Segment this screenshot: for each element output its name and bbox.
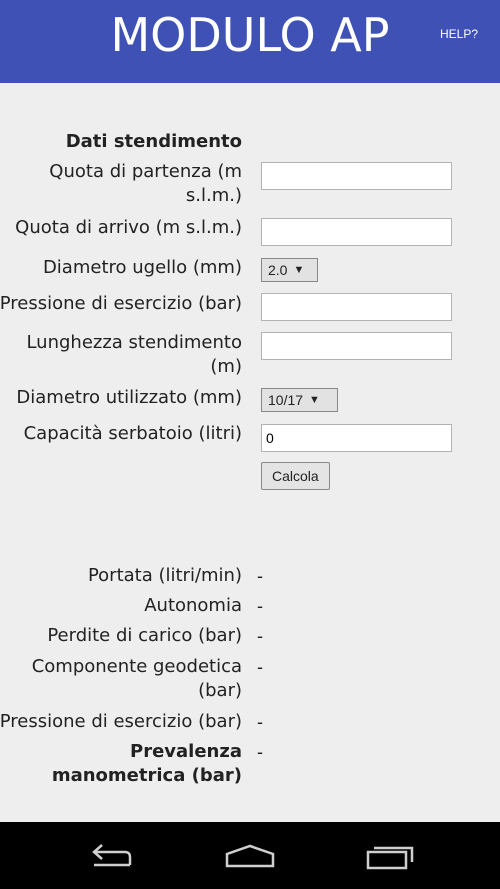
home-icon[interactable] (224, 842, 275, 872)
diametro-utilizzato-value: 10/17 (268, 392, 304, 408)
pressione-result-label: Pressione di esercizio (bar) (0, 711, 242, 732)
capacita-input[interactable] (261, 424, 452, 452)
prevalenza-label: Prevalenza manometrica (bar) (51, 741, 242, 786)
lunghezza-label: Lunghezza stendimento (m) (26, 332, 242, 377)
diametro-utilizzato-select[interactable]: 10/17 ▼ (261, 388, 338, 412)
componente-label: Componente geodetica (bar) (31, 656, 242, 701)
prevalenza-value: - (257, 742, 263, 762)
diametro-ugello-select[interactable]: 2.0 ▼ (261, 258, 318, 282)
componente-value: - (257, 657, 263, 677)
help-link[interactable]: HELP? (440, 27, 478, 41)
pressione-result-value: - (257, 712, 263, 732)
system-nav-bar (0, 822, 500, 889)
calcola-button[interactable]: Calcola (261, 462, 330, 490)
perdite-value: - (257, 626, 263, 646)
lunghezza-input[interactable] (261, 332, 452, 360)
back-icon[interactable] (86, 842, 136, 872)
portata-value: - (257, 566, 263, 586)
autonomia-label: Autonomia (144, 595, 242, 616)
recents-icon[interactable] (366, 842, 416, 872)
dropdown-arrow-icon: ▼ (293, 264, 305, 276)
quota-arrivo-input[interactable] (261, 218, 452, 246)
diametro-utilizzato-label: Diametro utilizzato (mm) (16, 387, 242, 408)
dropdown-arrow-icon: ▼ (309, 394, 320, 406)
quota-partenza-input[interactable] (261, 162, 452, 190)
pressione-label: Pressione di esercizio (bar) (0, 293, 242, 314)
section-title: Dati stendimento (65, 131, 242, 152)
diametro-ugello-value: 2.0 (268, 262, 288, 278)
pressione-input[interactable] (261, 293, 452, 321)
quota-partenza-label: Quota di partenza (m s.l.m.) (49, 161, 242, 206)
autonomia-value: - (257, 596, 263, 616)
main-content: Dati stendimento Quota di partenza (m s.… (0, 83, 500, 822)
app-title: MODULO AP (110, 8, 390, 62)
quota-arrivo-label: Quota di arrivo (m s.l.m.) (15, 217, 242, 238)
diametro-ugello-label: Diametro ugello (mm) (42, 257, 242, 278)
perdite-label: Perdite di carico (bar) (47, 625, 242, 646)
capacita-label: Capacità serbatoio (litri) (23, 423, 242, 444)
app-header: MODULO AP HELP? (0, 0, 500, 83)
portata-label: Portata (litri/min) (87, 565, 242, 586)
